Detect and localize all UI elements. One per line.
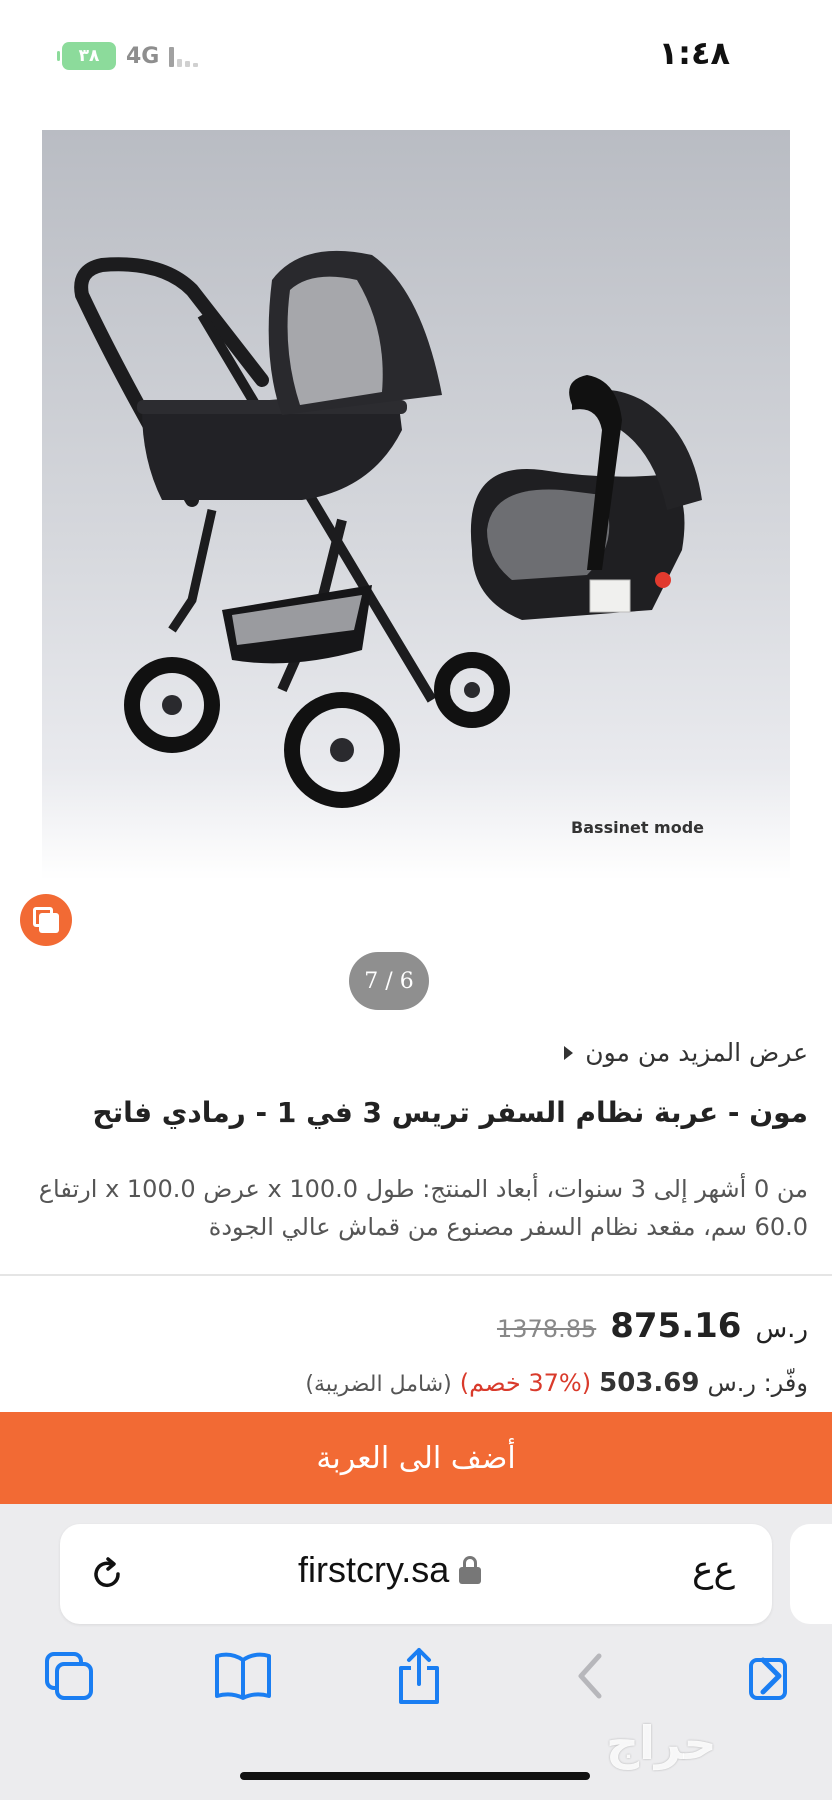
image-caption: Bassinet mode: [571, 818, 704, 837]
original-price: 1378.85: [496, 1315, 597, 1343]
signal-icon: [169, 45, 199, 67]
watermark: حراج: [606, 1716, 717, 1770]
product-title: مون - عربة نظام السفر تريس 3 في 1 - رماد…: [92, 1096, 808, 1129]
back-icon[interactable]: [556, 1636, 626, 1716]
divider: [0, 1274, 832, 1276]
status-time: ١:٤٨: [658, 34, 730, 72]
product-image[interactable]: Bassinet mode: [42, 130, 790, 880]
bookmarks-icon[interactable]: [208, 1636, 278, 1716]
network-type: 4G: [126, 43, 160, 69]
share-icon[interactable]: [384, 1636, 454, 1716]
savings-row: وفّر: ر.س 503.69 (37% خصم) (شامل الضريبة…: [305, 1368, 808, 1398]
page-indicator: 7 / 6: [349, 952, 429, 1010]
currency-label: ر.س: [755, 1314, 808, 1344]
reload-icon[interactable]: [86, 1553, 128, 1595]
add-to-cart-button[interactable]: أضف الى العربة: [0, 1412, 832, 1504]
browser-toolbar: [0, 1636, 832, 1726]
url-field[interactable]: firstcry.sa: [298, 1549, 482, 1591]
battery-icon: ٣٨: [57, 42, 116, 70]
tax-note: (شامل الضريبة): [305, 1372, 452, 1397]
tabs-icon[interactable]: [34, 1636, 104, 1716]
url-text: firstcry.sa: [298, 1549, 450, 1590]
battery-level: ٣٨: [78, 46, 100, 66]
stroller-illustration: [74, 250, 702, 808]
savings-label: وفّر: ر.س: [707, 1369, 808, 1397]
current-price: 875.16: [610, 1306, 742, 1346]
forward-icon[interactable]: [734, 1636, 804, 1716]
status-bar: ٣٨ 4G ١:٤٨: [0, 0, 832, 110]
chevron-left-icon: [564, 1045, 574, 1060]
next-tab-peek[interactable]: [790, 1524, 832, 1624]
status-indicators: ٣٨ 4G: [57, 42, 199, 70]
savings-amount: 503.69: [599, 1368, 700, 1398]
text-size-button[interactable]: ﻉﻉ: [692, 1549, 735, 1590]
price-row: ر.س 875.16 1378.85: [497, 1306, 808, 1346]
home-indicator: [240, 1772, 590, 1780]
more-from-brand-link[interactable]: عرض المزيد من مون: [564, 1038, 808, 1067]
gallery-icon[interactable]: [20, 894, 72, 946]
lock-icon: [459, 1556, 482, 1584]
more-from-brand-label: عرض المزيد من مون: [585, 1038, 808, 1067]
discount-percent: (37% خصم): [459, 1369, 592, 1397]
product-description: من 0 أشهر إلى 3 سنوات، أبعاد المنتج: طول…: [38, 1175, 808, 1241]
